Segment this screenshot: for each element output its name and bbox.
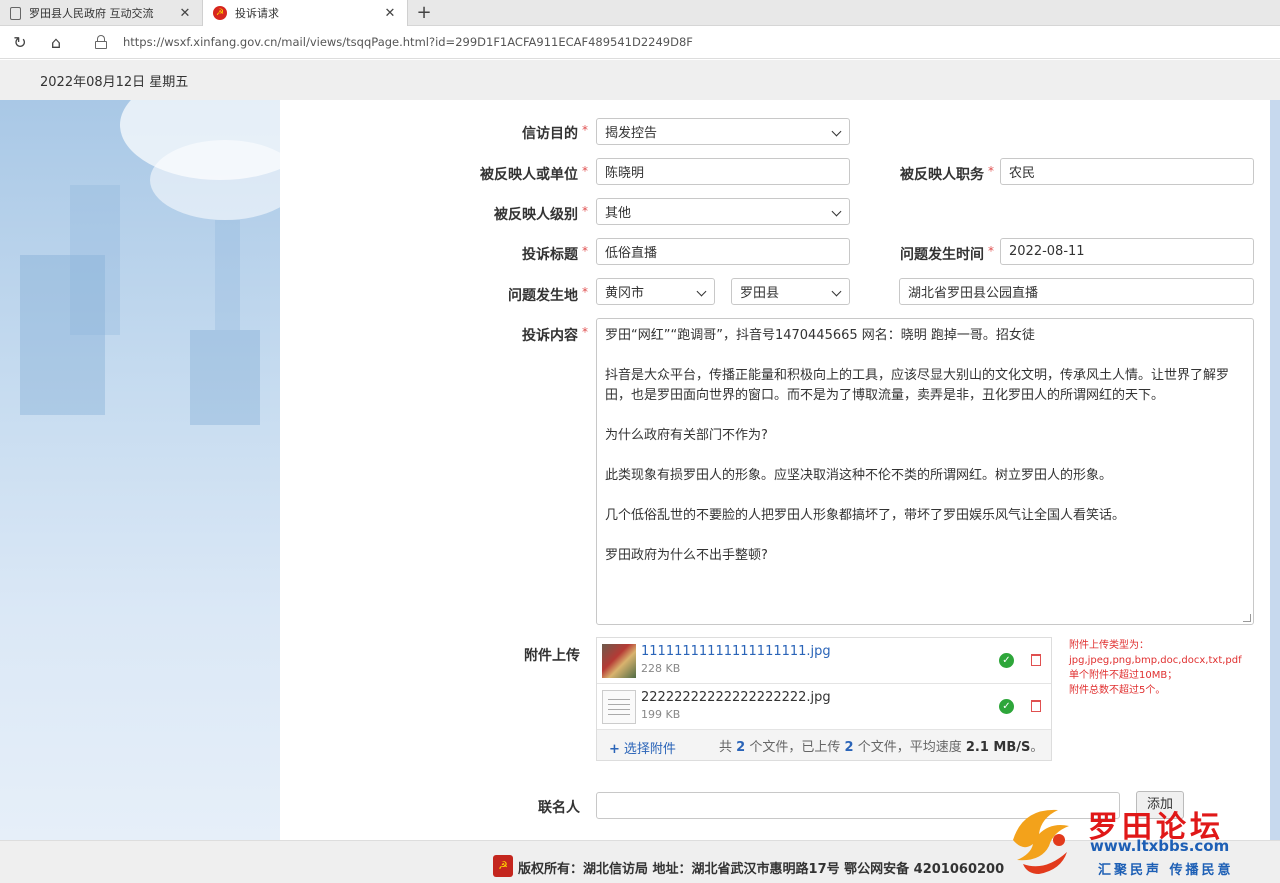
close-icon[interactable]: ✕ [383, 6, 397, 21]
reported-position-label: 被反映人职务 * [900, 164, 994, 183]
tab-title: 罗田县人民政府 互动交流 [29, 7, 154, 20]
content-textarea[interactable]: 罗田“网红”“跑调哥”，抖音号1470445665 网名：晓明 跑掉一哥。招女徒… [596, 318, 1254, 625]
home-icon[interactable]: ⌂ [45, 32, 67, 54]
new-tab-icon[interactable]: + [414, 2, 434, 23]
address-bar: ↻ ⌂ https://wsxf.xinfang.gov.cn/mail/vie… [0, 27, 1280, 59]
check-circle-icon: ✓ [999, 653, 1014, 668]
watermark-slogan: 汇聚民声 传播民意 [1098, 863, 1234, 878]
tab-title: 投诉请求 [235, 7, 279, 20]
content-paragraph: 罗田政府为什么不出手整顿? [605, 548, 768, 563]
upload-panel: 11111111111111111111.jpg 228 KB ✓ 222222… [596, 637, 1052, 761]
trash-icon[interactable] [1031, 654, 1041, 666]
occur-time-label: 问题发生时间 * [900, 244, 994, 263]
content-paragraph: 罗田“网红”“跑调哥”，抖音号1470445665 网名：晓明 跑掉一哥。招女徒 [605, 328, 1035, 343]
reload-icon[interactable]: ↻ [9, 32, 31, 54]
trash-icon[interactable] [1031, 700, 1041, 712]
image-thumbnail [602, 644, 636, 678]
lock-icon[interactable] [95, 35, 107, 49]
content-paragraph: 抖音是大众平台，传播正能量和积极向上的工具，应该尽显大别山的文化文明，传承风土人… [605, 368, 1230, 403]
upload-status: 共 2 个文件，已上传 2 个文件，平均速度 2.1 MB/S。 [719, 740, 1044, 755]
file-size: 199 KB [641, 708, 681, 721]
purpose-select[interactable]: 揭发控告 [596, 118, 850, 145]
browser-tab-active[interactable]: ☭ 投诉请求 ✕ [202, 0, 408, 26]
browser-tab[interactable]: 罗田县人民政府 互动交流 ✕ [0, 0, 202, 26]
page-gutter [280, 100, 444, 832]
content-paragraph: 几个低俗乱世的不要脸的人把罗田人形象都搞坏了，带坏了罗田娱乐风气让全国人看笑话。 [605, 508, 1126, 523]
location-label: 问题发生地 * [508, 285, 588, 304]
watermark-logo [1013, 809, 1069, 874]
reported-position-input[interactable]: 农民 [1000, 158, 1254, 185]
browser-tab-bar: 罗田县人民政府 互动交流 ✕ ☭ 投诉请求 ✕ + [0, 0, 1280, 26]
footer-copyright: 版权所有：湖北信访局 地址：湖北省武汉市惠明路17号 鄂公网安备 4201060… [518, 862, 1005, 877]
file-name-link[interactable]: 11111111111111111111.jpg [641, 644, 831, 659]
close-icon[interactable]: ✕ [178, 6, 192, 21]
county-select[interactable]: 罗田县 [731, 278, 850, 305]
check-circle-icon: ✓ [999, 699, 1014, 714]
occur-time-input[interactable]: 2022-08-11 [1000, 238, 1254, 265]
file-name[interactable]: 22222222222222222222.jpg [641, 690, 831, 705]
decorative-background [0, 100, 280, 840]
content-label: 投诉内容 * [522, 325, 588, 344]
contact-label: 联名人 [538, 800, 580, 816]
file-row: 11111111111111111111.jpg 228 KB ✓ [597, 638, 1051, 684]
content-paragraph: 此类现象有损罗田人的形象。应坚决取消这种不伦不类的所谓网红。树立罗田人的形象。 [605, 468, 1113, 483]
watermark-url: www.ltxbbs.com [1090, 837, 1230, 855]
document-thumbnail [602, 690, 636, 724]
file-size: 228 KB [641, 662, 681, 675]
reported-person-label: 被反映人或单位 * [480, 164, 588, 183]
resize-handle[interactable] [1243, 614, 1251, 622]
decorative-strip [1270, 100, 1280, 840]
party-emblem-icon: ☭ [213, 6, 227, 20]
date-bar: 2022年08月12日 星期五 [0, 60, 1280, 100]
purpose-label: 信访目的 * [522, 123, 588, 142]
document-icon [10, 6, 21, 20]
attachments-label: 附件上传 [524, 648, 580, 664]
upload-hint: 附件上传类型为： jpg,jpeg,png,bmp,doc,docx,txt,p… [1069, 640, 1242, 696]
city-select[interactable]: 黄冈市 [596, 278, 715, 305]
complaint-title-input[interactable]: 低俗直播 [596, 238, 850, 265]
plus-icon: + [609, 742, 620, 757]
emblem-icon: ☭ [493, 855, 513, 877]
current-date: 2022年08月12日 星期五 [40, 75, 189, 90]
file-row: 22222222222222222222.jpg 199 KB ✓ [597, 684, 1051, 730]
reported-level-select[interactable]: 其他 [596, 198, 850, 225]
location-detail-input[interactable]: 湖北省罗田县公园直播 [899, 278, 1254, 305]
reported-level-label: 被反映人级别 * [494, 204, 588, 223]
reported-person-input[interactable]: 陈晓明 [596, 158, 850, 185]
choose-file-button[interactable]: + 选择附件 [609, 738, 676, 757]
complaint-title-label: 投诉标题 * [522, 244, 588, 263]
content-paragraph: 为什么政府有关部门不作为? [605, 428, 768, 443]
url-field[interactable]: https://wsxf.xinfang.gov.cn/mail/views/t… [123, 35, 693, 49]
